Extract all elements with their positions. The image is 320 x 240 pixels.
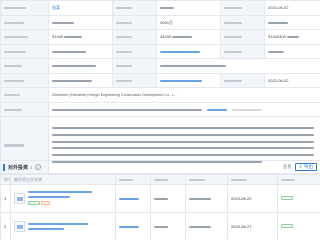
- amount-cell: [185, 184, 228, 213]
- col-header: [150, 174, 186, 185]
- table-row[interactable]: 1 2023-06-22: [0, 184, 320, 213]
- value-cell: [48, 58, 113, 74]
- export-icon: ⇩: [298, 164, 303, 169]
- investment-table: 序号 被投资企业名称 1 2023-06-22 2: [0, 174, 320, 240]
- english-name-value: Zhenshen (Shenzhen) Hongxi Engineering C…: [48, 87, 320, 103]
- view-link[interactable]: 查看: [283, 164, 292, 170]
- date-cell: 2023-06-22: [227, 184, 278, 213]
- value-cell[interactable]: [156, 72, 221, 88]
- credit-code-label: [0, 29, 49, 45]
- status-badge: [281, 224, 293, 228]
- info-row: 2023-06-02: [0, 72, 320, 88]
- info-row: [0, 101, 320, 117]
- table-row[interactable]: 2 2023-06-27: [0, 212, 320, 240]
- col-header: [277, 174, 320, 185]
- row-index: 1: [0, 184, 11, 213]
- label-cell: [0, 72, 49, 88]
- investment-section-header: 对外投资 2 ? 查看 ⇩ 导出: [0, 160, 320, 174]
- col-header: [115, 174, 151, 185]
- info-row: 91440 44030 91440300: [0, 29, 320, 45]
- value-cell: [48, 14, 113, 30]
- legal-rep-value[interactable]: 张某: [48, 0, 113, 16]
- row-index: 2: [0, 212, 11, 240]
- ratio-cell: [150, 212, 186, 240]
- person-cell[interactable]: [115, 212, 151, 240]
- established-value: 2023-06-02: [264, 0, 320, 16]
- established-label: [220, 0, 265, 16]
- ratio-cell: [150, 184, 186, 213]
- company-logo-icon: [14, 221, 25, 232]
- section-count: 2: [30, 164, 33, 170]
- value-cell: [48, 72, 113, 88]
- status-cell: [277, 212, 320, 240]
- label-cell: [0, 43, 49, 59]
- reg-number-label: [112, 29, 157, 45]
- label-cell: [112, 58, 157, 74]
- address-value: [48, 101, 320, 117]
- org-code-label: [220, 29, 265, 45]
- label-cell: [0, 14, 49, 30]
- col-header: [185, 174, 228, 185]
- status-value: [156, 0, 221, 16]
- info-row: 3000万: [0, 14, 320, 30]
- business-info-table: 张某 2023-06-02 3000万 91440 44030 91440300: [0, 0, 320, 174]
- info-row: 张某 2023-06-02: [0, 0, 320, 16]
- label-cell: [0, 58, 49, 74]
- date-cell: 2023-06-27: [227, 212, 278, 240]
- person-cell[interactable]: [115, 184, 151, 213]
- info-row: [0, 58, 320, 74]
- label-cell: [220, 43, 265, 59]
- section-actions: 查看 ⇩ 导出: [283, 163, 317, 171]
- col-index: 序号: [0, 174, 11, 185]
- col-header: [227, 174, 278, 185]
- status-label: [112, 0, 157, 16]
- english-name-label: [0, 87, 49, 103]
- capital-value: 3000万: [156, 14, 221, 30]
- company-cell[interactable]: [10, 184, 116, 213]
- table-header-row: 序号 被投资企业名称: [0, 174, 320, 185]
- company-cell[interactable]: [10, 212, 116, 240]
- info-row: Zhenshen (Shenzhen) Hongxi Engineering C…: [0, 87, 320, 103]
- value-cell: [48, 43, 113, 59]
- section-marker: [3, 163, 5, 171]
- credit-code-value: 91440: [48, 29, 113, 45]
- reg-number-value: 44030: [156, 29, 221, 45]
- status-cell: [277, 184, 320, 213]
- value-cell: 2023-06-02: [264, 72, 320, 88]
- registration-authority-link[interactable]: [156, 43, 221, 59]
- value-cell: [264, 14, 320, 30]
- label-cell: [112, 72, 157, 88]
- address-label: [0, 101, 49, 117]
- status-badge: [281, 196, 293, 200]
- legal-rep-label: [0, 0, 49, 16]
- status-tag: [28, 201, 40, 206]
- help-icon[interactable]: ?: [34, 164, 41, 170]
- section-title: 对外投资: [8, 164, 29, 171]
- value-cell: [156, 58, 320, 74]
- export-button[interactable]: ⇩ 导出: [294, 163, 317, 171]
- label-cell: [220, 72, 265, 88]
- info-row: [0, 43, 320, 59]
- value-cell: [264, 43, 320, 59]
- org-code-value: 91440300: [264, 29, 320, 45]
- company-logo-icon: [14, 193, 25, 204]
- col-company: 被投资企业名称: [10, 174, 116, 185]
- amount-cell: [185, 212, 228, 240]
- label-cell: [112, 43, 157, 59]
- label-cell: [220, 14, 265, 30]
- warning-tag: [41, 201, 51, 206]
- capital-label: [112, 14, 157, 30]
